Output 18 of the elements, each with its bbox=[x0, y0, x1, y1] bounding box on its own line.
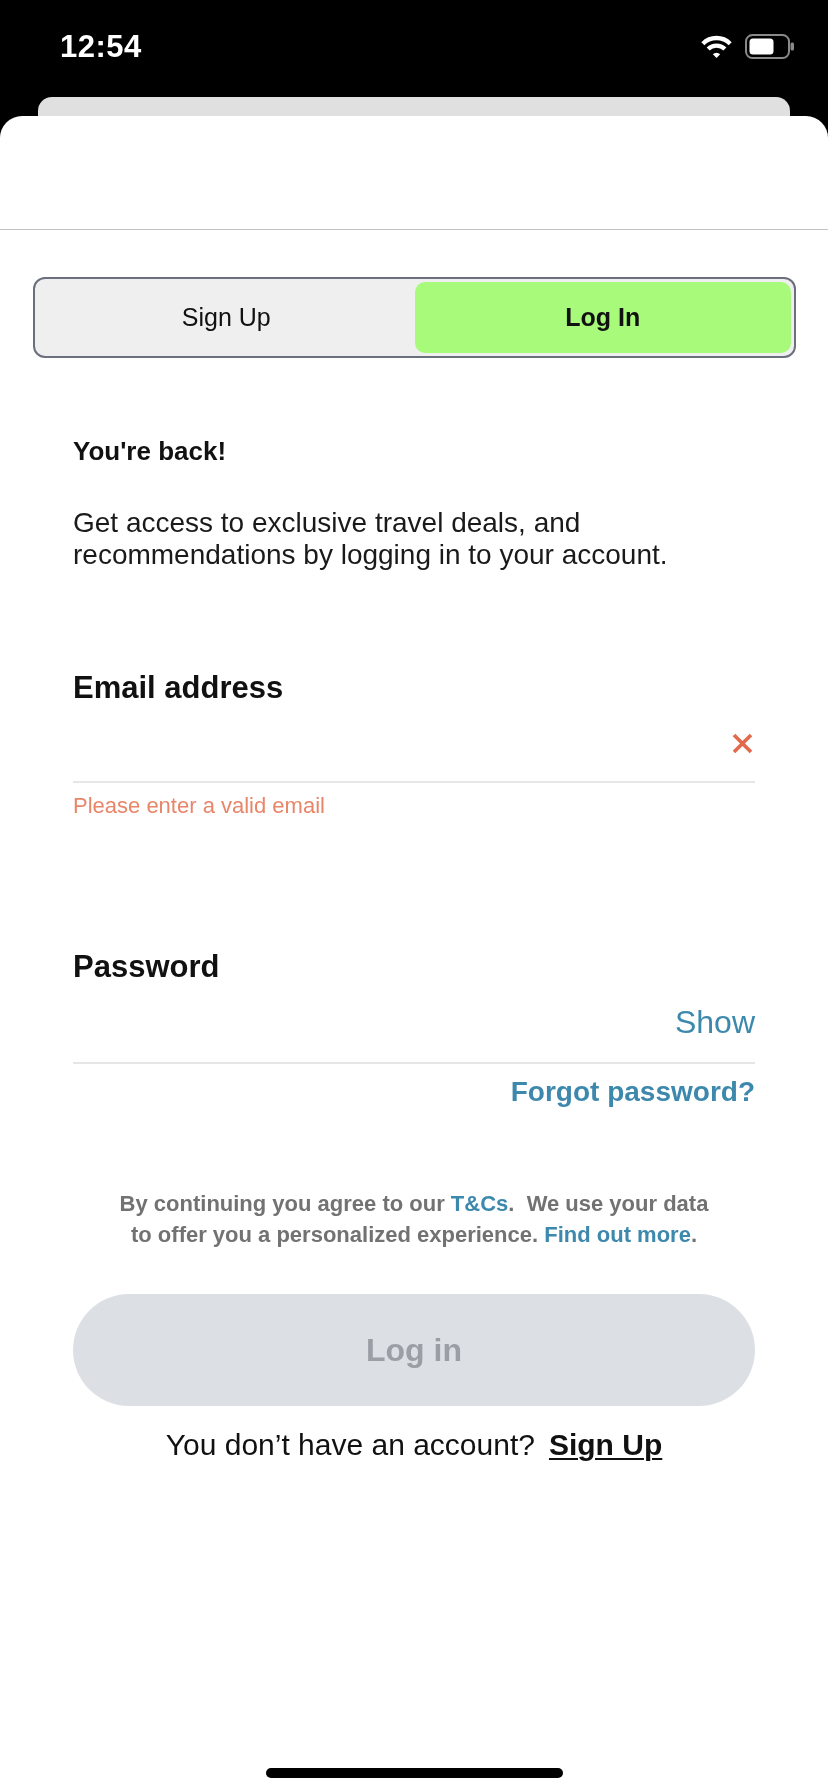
link[interactable]: Find out more bbox=[544, 1222, 691, 1247]
wifi-icon bbox=[701, 35, 732, 58]
signup-prompt-text: You don’t have an account? bbox=[165, 1428, 535, 1462]
intro-text: Get access to exclusive travel deals, and recommendations by logging in to your account. bbox=[73, 507, 669, 571]
password-input[interactable]: Show bbox=[73, 985, 755, 1064]
field-label: Email address bbox=[73, 670, 285, 706]
show-toggle[interactable]: Show bbox=[674, 1004, 755, 1041]
error-message: Please enter a valid email bbox=[73, 794, 326, 818]
terms-text: By continuing you agree to our T&Cs. We use your data to offer you a personalized experience. Find out more. bbox=[118, 1190, 710, 1249]
status-time: 12:54 bbox=[60, 28, 142, 65]
tab[interactable]: Sign Up bbox=[38, 282, 415, 353]
battery-icon bbox=[745, 34, 794, 59]
link[interactable]: T&Cs bbox=[450, 1191, 509, 1216]
field-label: Password bbox=[73, 949, 221, 985]
sign-up-link[interactable]: Sign Up bbox=[548, 1428, 663, 1462]
tab[interactable]: Log In bbox=[414, 282, 791, 353]
forgot-password-link[interactable]: Forgot password? bbox=[510, 1075, 755, 1109]
heading: You're back! bbox=[73, 436, 228, 466]
